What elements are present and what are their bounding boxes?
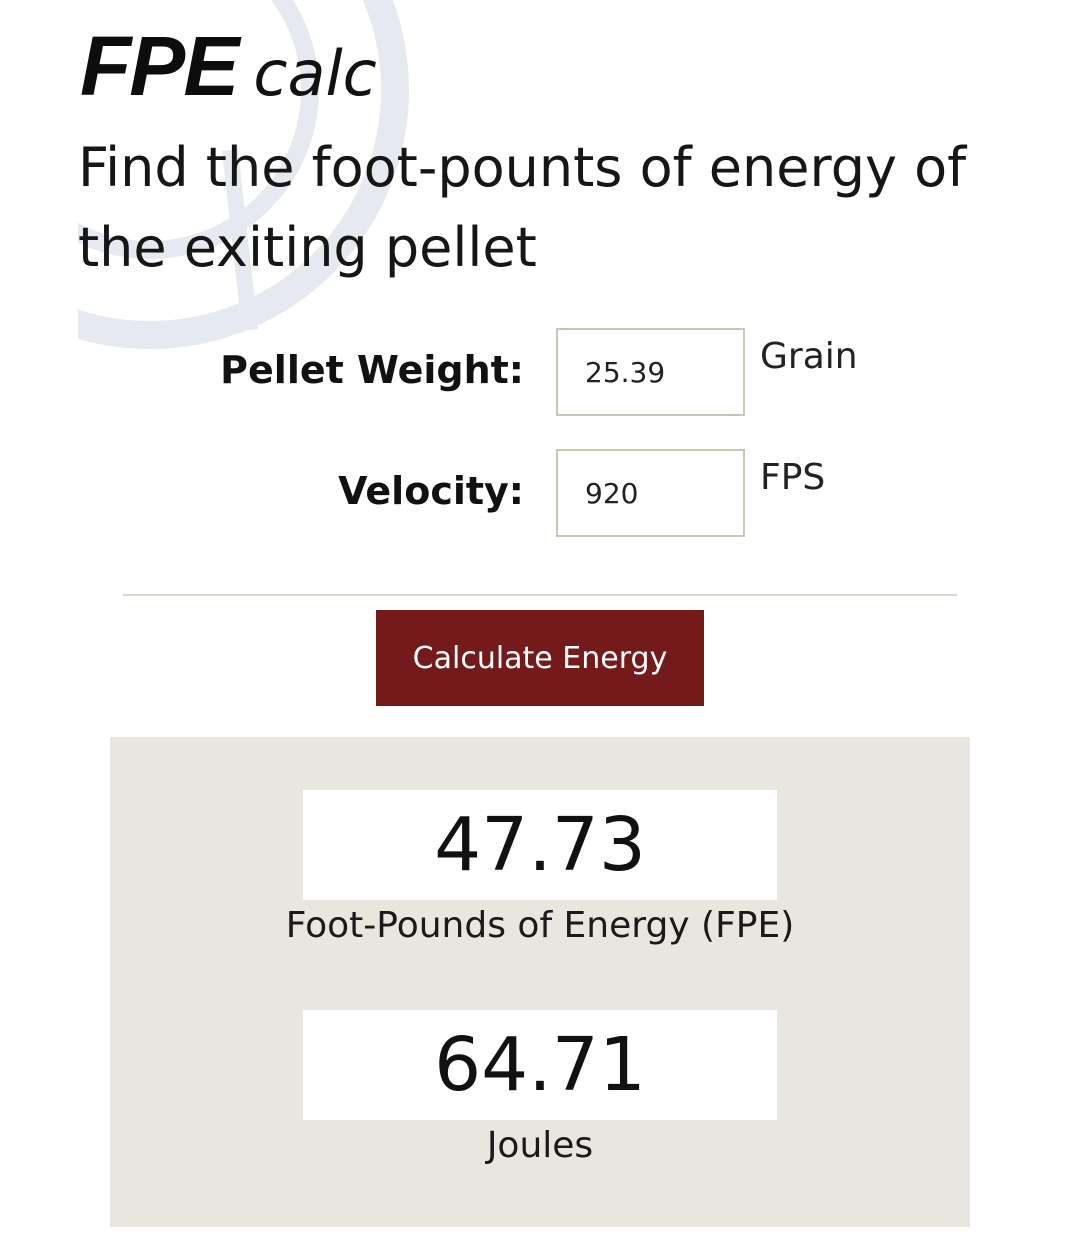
joules-result-value: 64.71: [303, 1010, 777, 1120]
fpe-result-label: Foot-Pounds of Energy (FPE): [285, 905, 795, 946]
joules-result-label: Joules: [486, 1125, 594, 1166]
app-logo: FPE calc: [80, 18, 377, 114]
fpe-result-value: 47.73: [303, 790, 777, 900]
logo-light-text: calc: [253, 37, 377, 110]
calculate-energy-button[interactable]: Calculate Energy: [376, 610, 704, 706]
velocity-input[interactable]: [556, 449, 745, 537]
pellet-weight-row: Pellet Weight: Grain: [0, 328, 1080, 416]
results-panel: 47.73 Foot-Pounds of Energy (FPE) 64.71 …: [110, 737, 970, 1227]
pellet-weight-unit: Grain: [760, 336, 858, 377]
page-subtitle: Find the foot-pounts of energy of the ex…: [78, 136, 967, 279]
velocity-row: Velocity: FPS: [0, 449, 1080, 537]
velocity-unit: FPS: [760, 457, 826, 498]
app-header: FPE calc: [80, 18, 377, 114]
pellet-weight-label: Pellet Weight:: [220, 348, 524, 392]
form-divider: [123, 594, 957, 596]
pellet-weight-input[interactable]: [556, 328, 745, 416]
logo-bold-text: FPE: [80, 19, 239, 113]
velocity-label: Velocity:: [338, 469, 524, 513]
